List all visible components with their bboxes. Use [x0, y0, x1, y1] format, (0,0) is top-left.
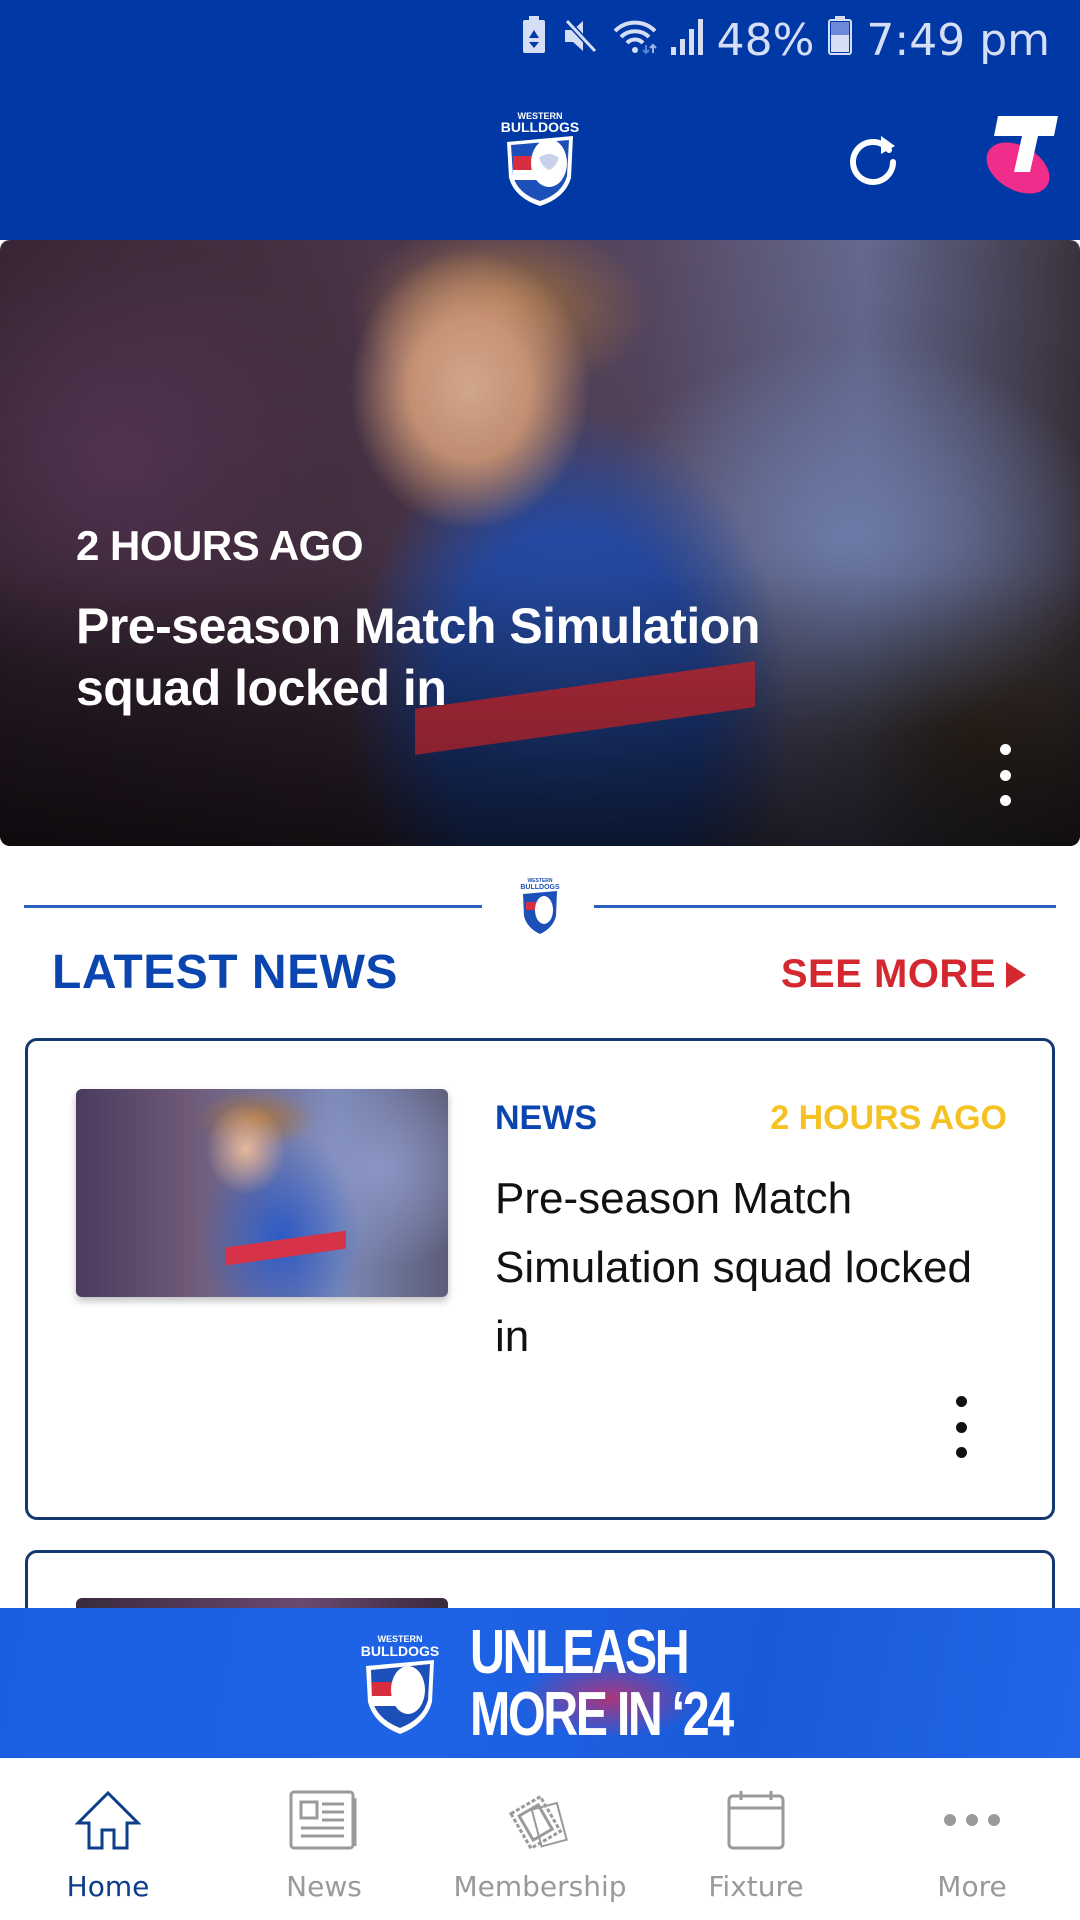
newspaper-icon [289, 1790, 359, 1850]
play-arrow-icon [1006, 961, 1026, 988]
calendar-icon [721, 1790, 791, 1850]
battery-icon [828, 15, 853, 66]
bottom-navigation: Home News Membership Fixture More [0, 1758, 1080, 1920]
club-logo[interactable]: WESTERN BULLDOGS [495, 108, 585, 208]
more-vertical-icon [999, 744, 1011, 755]
refresh-icon [850, 136, 896, 185]
more-vertical-icon [955, 1396, 967, 1407]
see-more-link[interactable]: SEE MORE [781, 952, 1026, 997]
nav-item-more[interactable]: More [864, 1758, 1080, 1920]
divider-left [24, 905, 482, 908]
nav-label-home: Home [66, 1870, 150, 1903]
signal-icon [670, 15, 703, 66]
banner-club-logo: WESTERN BULLDOGS [358, 1630, 443, 1740]
news-card-title: Pre-season Match Simulation squad locked… [495, 1174, 972, 1361]
banner-headline: UNLEASH MORE IN ‘24 [470, 1618, 734, 1749]
hero-title: Pre-season Match Simulation squad locked… [76, 598, 760, 716]
more-vertical-icon-dot [955, 1421, 967, 1433]
nav-label-membership: Membership [453, 1870, 627, 1903]
home-icon [73, 1790, 143, 1850]
telstra-sponsor-button[interactable] [980, 112, 1060, 198]
refresh-button[interactable] [843, 128, 903, 188]
clock: 7:49 pm [866, 14, 1050, 66]
nav-item-news[interactable]: News [216, 1758, 432, 1920]
more-vertical-icon-dot [955, 1447, 967, 1458]
nav-label-news: News [286, 1870, 362, 1903]
status-bar: 48% 7:49 pm [521, 10, 1050, 70]
battery-percent: 48% [716, 14, 815, 66]
thumbnail-decor [226, 1230, 346, 1266]
news-card[interactable]: NEWS 2 HOURS AGO Pre-season Match Simula… [25, 1038, 1055, 1520]
news-card-category: NEWS [495, 1099, 597, 1137]
news-card-thumbnail [76, 1089, 448, 1297]
news-card-more-button[interactable] [946, 1396, 976, 1458]
banner-line-1: UNLEASH [470, 1618, 690, 1687]
more-horizontal-icon [937, 1790, 1007, 1850]
logo-text-bulldogs: BULLDOGS [501, 119, 580, 135]
banner-line-2: MORE IN ‘24 [470, 1680, 734, 1749]
app-screen: 48% 7:49 pm WESTERN BULLDOGS 2 HOURS AGO… [0, 0, 1080, 1920]
news-card-time-ago: 2 HOURS AGO [770, 1099, 1007, 1137]
mute-icon [561, 15, 599, 66]
hero-time-ago: 2 HOURS AGO [76, 522, 363, 569]
wifi-icon [613, 15, 657, 66]
svg-text:BULLDOGS: BULLDOGS [361, 1643, 440, 1659]
hero-more-button[interactable] [990, 740, 1020, 810]
tickets-icon [505, 1790, 575, 1850]
more-vertical-icon-dot [999, 795, 1011, 806]
more-vertical-icon-dot [999, 769, 1011, 781]
nav-item-fixture[interactable]: Fixture [648, 1758, 864, 1920]
nav-item-home[interactable]: Home [0, 1758, 216, 1920]
app-header: 48% 7:49 pm WESTERN BULLDOGS [0, 0, 1080, 240]
latest-news-heading: LATEST NEWS [52, 946, 398, 999]
telstra-logo-icon [986, 116, 1058, 194]
promo-banner[interactable]: WESTERN BULLDOGS UNLEASH MORE IN ‘24 [0, 1608, 1080, 1758]
divider-right [594, 905, 1056, 908]
svg-text:BULLDOGS: BULLDOGS [520, 884, 560, 891]
divider-club-logo: WESTERN BULLDOGS [515, 876, 565, 936]
see-more-label: SEE MORE [780, 952, 996, 996]
nav-item-membership[interactable]: Membership [432, 1758, 648, 1920]
nav-label-more: More [937, 1870, 1007, 1903]
nav-label-fixture: Fixture [708, 1870, 804, 1903]
hero-article[interactable]: 2 HOURS AGO Pre-season Match Simulation … [0, 240, 1080, 846]
battery-saver-icon [521, 15, 547, 66]
